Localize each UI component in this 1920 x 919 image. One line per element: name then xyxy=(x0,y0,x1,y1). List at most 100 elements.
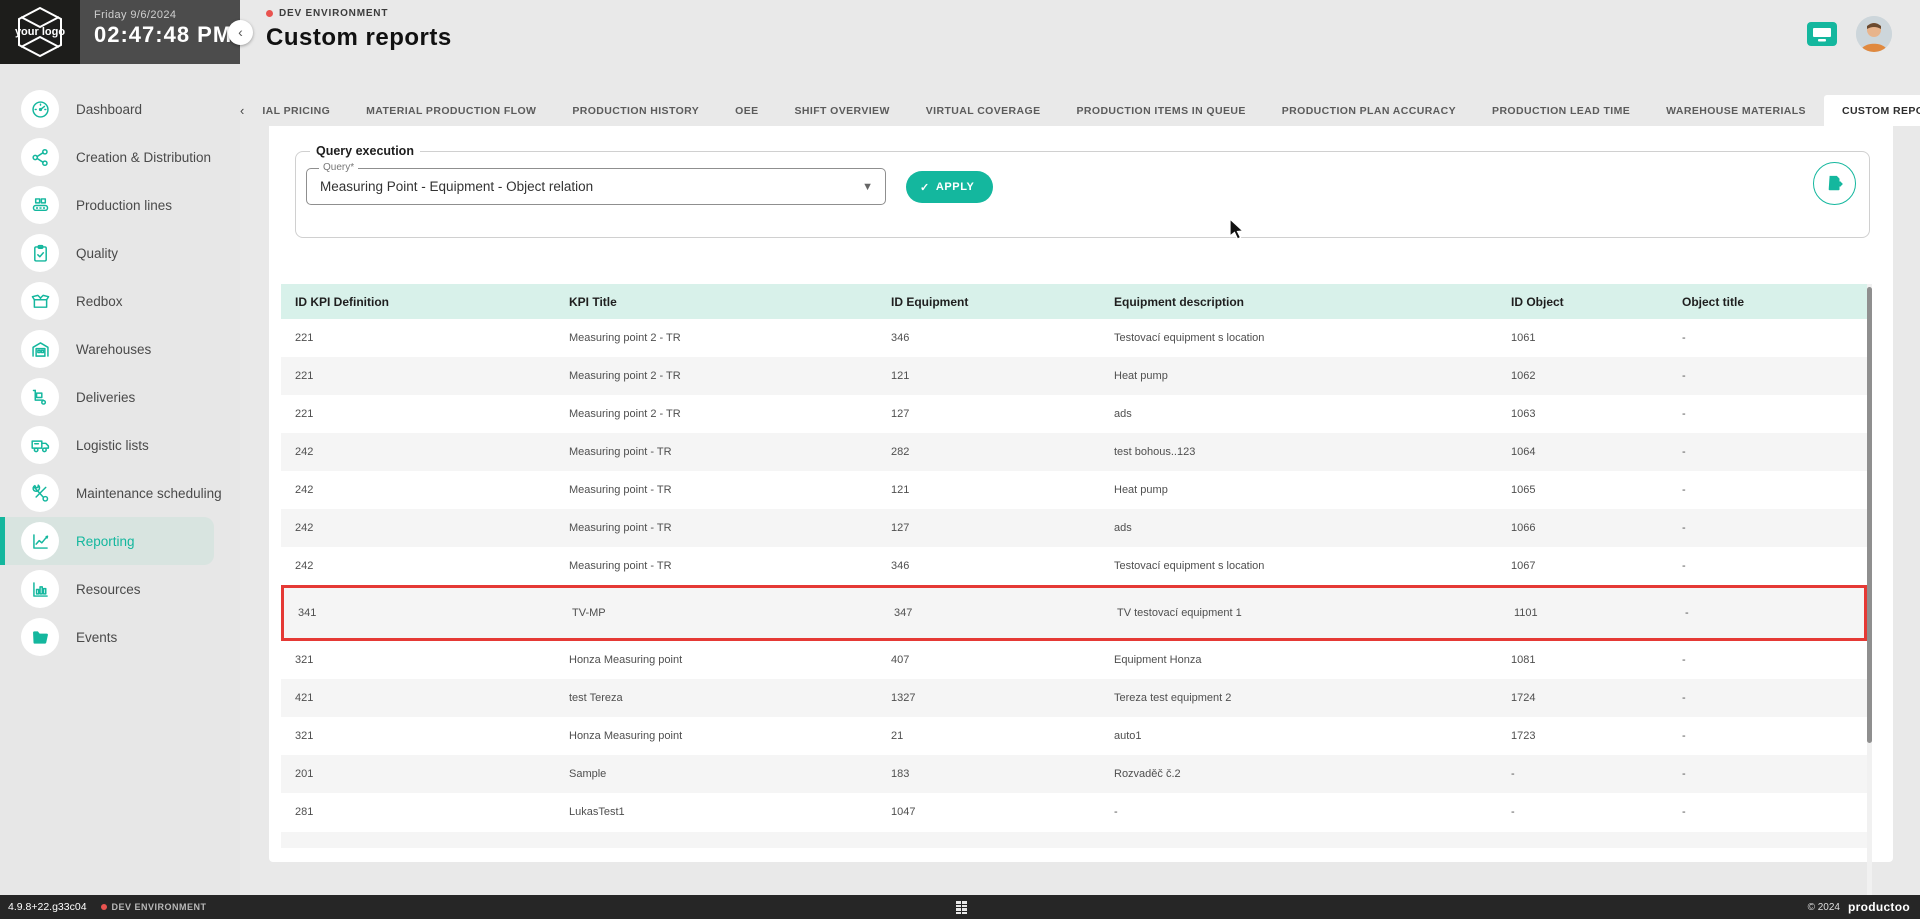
table-cell: 346 xyxy=(877,332,1100,344)
results-table: ID KPI DefinitionKPI TitleID EquipmentEq… xyxy=(281,284,1867,848)
table-cell: Measuring point - TR xyxy=(555,560,877,572)
production-lines-icon xyxy=(21,186,59,224)
sidebar-collapse-button[interactable]: ‹ xyxy=(228,20,253,45)
table-cell: - xyxy=(1668,806,1867,818)
tab-production-history[interactable]: PRODUCTION HISTORY xyxy=(554,95,717,126)
tab-custom-reports[interactable]: CUSTOM REPORTS xyxy=(1824,95,1920,126)
tab-production-lead-time[interactable]: PRODUCTION LEAD TIME xyxy=(1474,95,1648,126)
sidebar-item-events[interactable]: Events xyxy=(0,613,240,661)
query-select[interactable]: Query* Measuring Point - Equipment - Obj… xyxy=(306,168,886,205)
table-cell: 221 xyxy=(281,332,555,344)
table-cell: - xyxy=(1671,607,1864,619)
table-cell: 1723 xyxy=(1497,730,1668,742)
table-cell: 21 xyxy=(877,730,1100,742)
column-header: ID Object xyxy=(1497,295,1668,309)
table-cell: Testovací equipment s location xyxy=(1100,560,1497,572)
table-cell: TV-MP xyxy=(558,607,880,619)
deliveries-icon xyxy=(21,378,59,416)
sidebar-item-label: Quality xyxy=(76,246,118,261)
table-cell: 242 xyxy=(281,484,555,496)
warehouse-icon xyxy=(21,330,59,368)
table-cell: 347 xyxy=(880,607,1103,619)
sidebar-item-creation-distribution[interactable]: Creation & Distribution xyxy=(0,133,240,181)
sidebar-item-label: Logistic lists xyxy=(76,438,149,453)
table-cell: - xyxy=(1100,806,1497,818)
table-row[interactable]: 201Sample183Rozvaděč č.2-- xyxy=(281,755,1867,793)
sidebar-item-label: Warehouses xyxy=(76,342,151,357)
column-header: KPI Title xyxy=(555,295,877,309)
tab-material-production-flow[interactable]: MATERIAL PRODUCTION FLOW xyxy=(348,95,554,126)
sidebar-item-warehouses[interactable]: Warehouses xyxy=(0,325,240,373)
table-scrollbar-thumb[interactable] xyxy=(1867,287,1872,743)
sidebar-item-quality[interactable]: Quality xyxy=(0,229,240,277)
table-cell: - xyxy=(1668,332,1867,344)
table-cell: - xyxy=(1668,692,1867,704)
display-icon xyxy=(1806,21,1838,47)
table-row[interactable]: 242Measuring point - TR127ads1066- xyxy=(281,509,1867,547)
sidebar-item-dashboard[interactable]: Dashboard xyxy=(0,85,240,133)
redbox-icon xyxy=(21,282,59,320)
table-cell: 321 xyxy=(281,730,555,742)
table-cell: - xyxy=(1668,730,1867,742)
table-body: 221Measuring point 2 - TR346Testovací eq… xyxy=(281,319,1867,831)
apply-button[interactable]: ✓ APPLY xyxy=(906,171,993,203)
table-cell: Equipment Honza xyxy=(1100,654,1497,666)
table-cell: Measuring point - TR xyxy=(555,484,877,496)
table-cell: 183 xyxy=(877,768,1100,780)
sidebar-item-resources[interactable]: Resources xyxy=(0,565,240,613)
tab-virtual-coverage[interactable]: VIRTUAL COVERAGE xyxy=(908,95,1059,126)
sidebar-item-production-lines[interactable]: Production lines xyxy=(0,181,240,229)
table-cell: 221 xyxy=(281,370,555,382)
table-row[interactable]: 221Measuring point 2 - TR121Heat pump106… xyxy=(281,357,1867,395)
tab-warehouse-materials[interactable]: WAREHOUSE MATERIALS xyxy=(1648,95,1824,126)
table-cell: - xyxy=(1668,446,1867,458)
table-row[interactable]: 321Honza Measuring point407Equipment Hon… xyxy=(281,641,1867,679)
grid-menu-icon[interactable] xyxy=(956,901,967,914)
table-cell: 1101 xyxy=(1500,607,1671,619)
environment-dot-icon xyxy=(101,904,107,910)
tab-production-plan-accuracy[interactable]: PRODUCTION PLAN ACCURACY xyxy=(1264,95,1474,126)
tab-shift-overview[interactable]: SHIFT OVERVIEW xyxy=(777,95,908,126)
page-title: Custom reports xyxy=(266,24,452,52)
table-cell: 1061 xyxy=(1497,332,1668,344)
table-cell: 1047 xyxy=(877,806,1100,818)
table-cell: - xyxy=(1668,522,1867,534)
table-cell: Measuring point - TR xyxy=(555,446,877,458)
sidebar-nav: DashboardCreation & Distribution Producti… xyxy=(0,64,240,661)
table-cell: 242 xyxy=(281,446,555,458)
logistics-truck-icon xyxy=(21,426,59,464)
status-bar: 4.9.8+22.g33c04 DEV ENVIRONMENT © 2024 p… xyxy=(0,895,1920,919)
sidebar-item-logistic-lists[interactable]: Logistic lists xyxy=(0,421,240,469)
user-avatar[interactable] xyxy=(1856,16,1892,52)
app-version: 4.9.8+22.g33c04 xyxy=(8,901,87,913)
table-cell: 1081 xyxy=(1497,654,1668,666)
sidebar-item-label: Events xyxy=(76,630,117,645)
table-cell: Honza Measuring point xyxy=(555,730,877,742)
export-report-button[interactable] xyxy=(1813,162,1856,205)
productoo-logo: productoo xyxy=(1848,900,1910,914)
tab-oee[interactable]: OEE xyxy=(717,95,776,126)
table-cell: Testovací equipment s location xyxy=(1100,332,1497,344)
table-row-highlighted[interactable]: 341TV-MP347TV testovací equipment 11101- xyxy=(281,585,1867,641)
kiosk-display-button[interactable] xyxy=(1806,21,1838,47)
table-row[interactable]: 221Measuring point 2 - TR346Testovací eq… xyxy=(281,319,1867,357)
sidebar-item-maintenance-scheduling[interactable]: Maintenance scheduling xyxy=(0,469,240,517)
table-row[interactable]: 242Measuring point - TR121Heat pump1065- xyxy=(281,471,1867,509)
table-row[interactable]: 421test Tereza1327Tereza test equipment … xyxy=(281,679,1867,717)
sidebar: your logo Friday 9/6/2024 02:47:48 PM Da… xyxy=(0,0,240,895)
sidebar-item-label: Production lines xyxy=(76,198,172,213)
sidebar-item-redbox[interactable]: Redbox xyxy=(0,277,240,325)
tab-production-items-in-queue[interactable]: PRODUCTION ITEMS IN QUEUE xyxy=(1058,95,1263,126)
environment-badge: DEV ENVIRONMENT xyxy=(266,8,388,19)
table-cell: auto1 xyxy=(1100,730,1497,742)
tab-ial-pricing[interactable]: IAL PRICING xyxy=(244,95,348,126)
table-row[interactable]: 221Measuring point 2 - TR127ads1063- xyxy=(281,395,1867,433)
table-row[interactable]: 242Measuring point - TR346Testovací equi… xyxy=(281,547,1867,585)
sidebar-header: your logo Friday 9/6/2024 02:47:48 PM xyxy=(0,0,240,64)
sidebar-item-reporting[interactable]: Reporting xyxy=(0,517,214,565)
table-row[interactable]: 281LukasTest11047--- xyxy=(281,793,1867,831)
company-logo[interactable]: your logo xyxy=(0,0,80,64)
sidebar-item-deliveries[interactable]: Deliveries xyxy=(0,373,240,421)
table-row[interactable]: 242Measuring point - TR282test bohous..1… xyxy=(281,433,1867,471)
table-row[interactable]: 321Honza Measuring point21auto11723- xyxy=(281,717,1867,755)
